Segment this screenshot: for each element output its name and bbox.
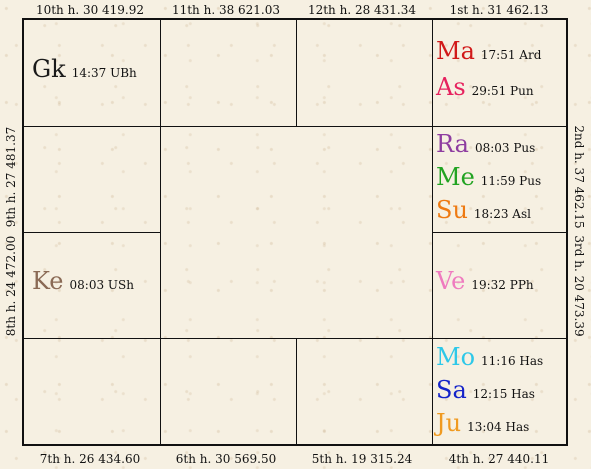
planet-abbr: Me (436, 162, 475, 191)
house-label-3: 3rd h. 20 473.39 (572, 235, 586, 337)
planet-position: 18:23 Asl (473, 206, 531, 221)
planet-abbr: Sa (436, 375, 467, 404)
planet-abbr: Gk (32, 55, 66, 83)
planet-su: Su 18:23 Asl (436, 196, 568, 229)
planet-position: 29:51 Pun (471, 84, 534, 98)
house-label-12: 12th h. 28 431.34 (307, 3, 417, 17)
house-label-1: 1st h. 31 462.13 (449, 3, 549, 17)
planet-ve: Ve 19:32 PPh (436, 267, 568, 303)
planet-abbr: Ra (436, 129, 469, 158)
planet-sa: Sa 12:15 Has (436, 376, 568, 409)
house-10-cell: Gk 14:37 UBh (32, 20, 160, 126)
house-label-8: 8th h. 24 472.00 (4, 235, 18, 337)
planet-as: As 29:51 Pun (436, 73, 568, 109)
planet-position: 19:32 PPh (471, 278, 534, 292)
house-label-7: 7th h. 26 434.60 (39, 452, 141, 466)
planet-position: 11:59 Pus (480, 173, 542, 188)
house-label-11: 11th h. 38 621.03 (171, 3, 281, 17)
planet-abbr: Ju (436, 408, 462, 437)
planet-gk: Gk 14:37 UBh (32, 55, 160, 91)
planet-ra: Ra 08:03 Pus (436, 130, 568, 163)
planet-position: 08:03 USh (69, 278, 134, 292)
grid-line (160, 126, 161, 338)
house-label-4: 4th h. 27 440.11 (448, 452, 550, 466)
grid-line (296, 338, 297, 446)
planet-abbr: Mo (436, 342, 476, 371)
planet-abbr: Ve (436, 267, 466, 295)
planet-position: 08:03 Pus (474, 140, 536, 155)
planet-abbr: Ke (32, 267, 64, 295)
planet-abbr: Su (436, 195, 468, 224)
planet-ju: Ju 13:04 Has (436, 409, 568, 442)
house-8-cell: Ke 08:03 USh (32, 232, 160, 338)
planet-position: 13:04 Has (467, 419, 530, 434)
house-4-cell: Mo 11:16 Has Sa 12:15 Has Ju 13:04 Has (436, 338, 568, 446)
house-2-cell: Ra 08:03 Pus Me 11:59 Pus Su 18:23 Asl (436, 126, 568, 232)
planet-position: 17:51 Ard (480, 48, 542, 62)
house-label-5: 5th h. 19 315.24 (311, 452, 413, 466)
grid-line (296, 20, 297, 126)
planet-position: 12:15 Has (472, 386, 535, 401)
planet-ma: Ma 17:51 Ard (436, 37, 568, 73)
planet-abbr: As (436, 73, 466, 101)
grid-line (160, 338, 161, 446)
grid-line (160, 20, 161, 126)
house-label-10: 10th h. 30 419.92 (35, 3, 145, 17)
chart-grid: Gk 14:37 UBh Ma 17:51 Ard As 29:51 Pun R… (22, 18, 568, 446)
planet-position: 14:37 UBh (71, 66, 137, 80)
house-3-cell: Ve 19:32 PPh (436, 232, 568, 338)
planet-position: 11:16 Has (481, 353, 544, 368)
planet-abbr: Ma (436, 37, 475, 65)
planet-ke: Ke 08:03 USh (32, 267, 160, 303)
house-label-6: 6th h. 30 569.50 (175, 452, 277, 466)
planet-mo: Mo 11:16 Has (436, 343, 568, 376)
planet-me: Me 11:59 Pus (436, 163, 568, 196)
grid-line (432, 20, 433, 446)
house-1-cell: Ma 17:51 Ard As 29:51 Pun (436, 20, 568, 126)
